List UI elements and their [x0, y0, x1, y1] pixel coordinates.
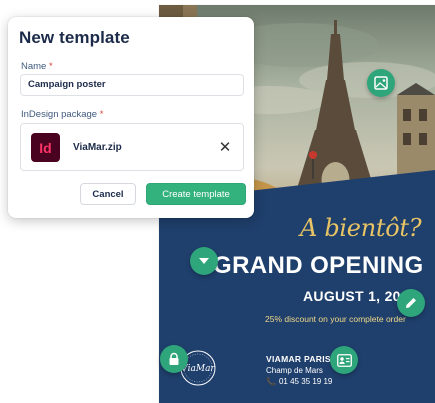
- contact-card-icon: [336, 353, 352, 367]
- create-template-button[interactable]: Create template: [146, 183, 246, 205]
- image-icon: [374, 76, 388, 90]
- poster-address: Champ de Mars: [266, 366, 323, 375]
- poster-slogan: A bientôt?: [300, 214, 422, 242]
- dropdown-marker[interactable]: [190, 247, 218, 275]
- package-label: InDesign package *: [21, 109, 103, 120]
- poster-headline: GRAND OPENING: [213, 252, 424, 279]
- cancel-button[interactable]: Cancel: [80, 183, 136, 205]
- lock-marker[interactable]: [160, 345, 188, 373]
- poster-phone: 📞 01 45 35 19 19: [266, 377, 332, 386]
- name-label: Name *: [21, 61, 53, 72]
- indesign-file-icon: Id: [31, 133, 60, 162]
- name-label-text: Name: [21, 61, 47, 72]
- image-placeholder-marker[interactable]: [367, 69, 395, 97]
- pencil-icon: [406, 298, 416, 308]
- name-input[interactable]: Campaign poster: [20, 74, 244, 96]
- poster-phone-number: 01 45 35 19 19: [278, 377, 333, 386]
- chevron-down-icon: [199, 258, 209, 264]
- required-marker: *: [99, 109, 104, 120]
- contact-marker[interactable]: [330, 346, 358, 374]
- lock-icon: [169, 352, 179, 365]
- new-template-dialog: New template Name * Campaign poster InDe…: [8, 17, 254, 218]
- dialog-title: New template: [19, 28, 130, 47]
- poster-brand: VIAMAR PARIS: [266, 354, 331, 364]
- edit-text-marker[interactable]: [397, 289, 425, 317]
- package-label-text: InDesign package: [21, 109, 98, 120]
- phone-icon: 📞: [266, 377, 276, 386]
- required-marker: *: [48, 61, 53, 72]
- remove-file-button[interactable]: ✕: [216, 138, 234, 156]
- package-file-box[interactable]: Id ViaMar.zip ✕: [20, 123, 244, 171]
- file-name: ViaMar.zip: [73, 142, 122, 153]
